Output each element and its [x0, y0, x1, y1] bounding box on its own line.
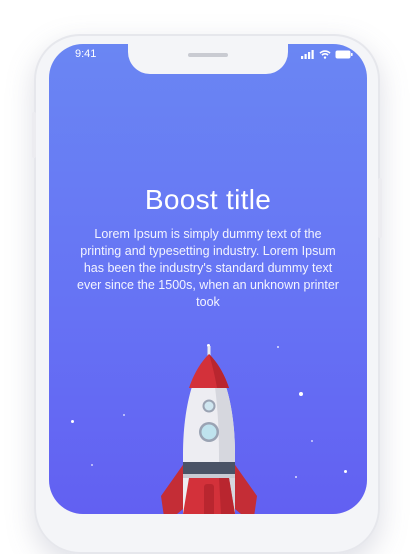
phone-screen: 9:41 Boost title Lorem Ipsum is simply d…: [49, 44, 367, 514]
star: [344, 470, 347, 473]
battery-icon: [335, 50, 353, 59]
star: [299, 392, 303, 396]
star: [311, 440, 313, 442]
speaker: [188, 53, 228, 57]
boost-description: Lorem Ipsum is simply dummy text of the …: [77, 227, 339, 309]
star: [91, 464, 93, 466]
side-button-left: [32, 112, 36, 158]
star: [71, 420, 74, 423]
star: [123, 414, 125, 416]
star: [295, 476, 297, 478]
signal-icon: [301, 50, 314, 59]
status-icons: [301, 50, 353, 59]
wifi-icon: [319, 50, 331, 59]
boost-title: Boost title: [144, 184, 272, 215]
notch: [128, 44, 288, 74]
side-button-right: [378, 178, 382, 238]
star: [277, 346, 279, 348]
boost-content: Boost title Lorem Ipsum is simply dummy …: [49, 184, 367, 311]
rocket-illustration: [161, 346, 257, 514]
status-time: 9:41: [75, 48, 97, 60]
